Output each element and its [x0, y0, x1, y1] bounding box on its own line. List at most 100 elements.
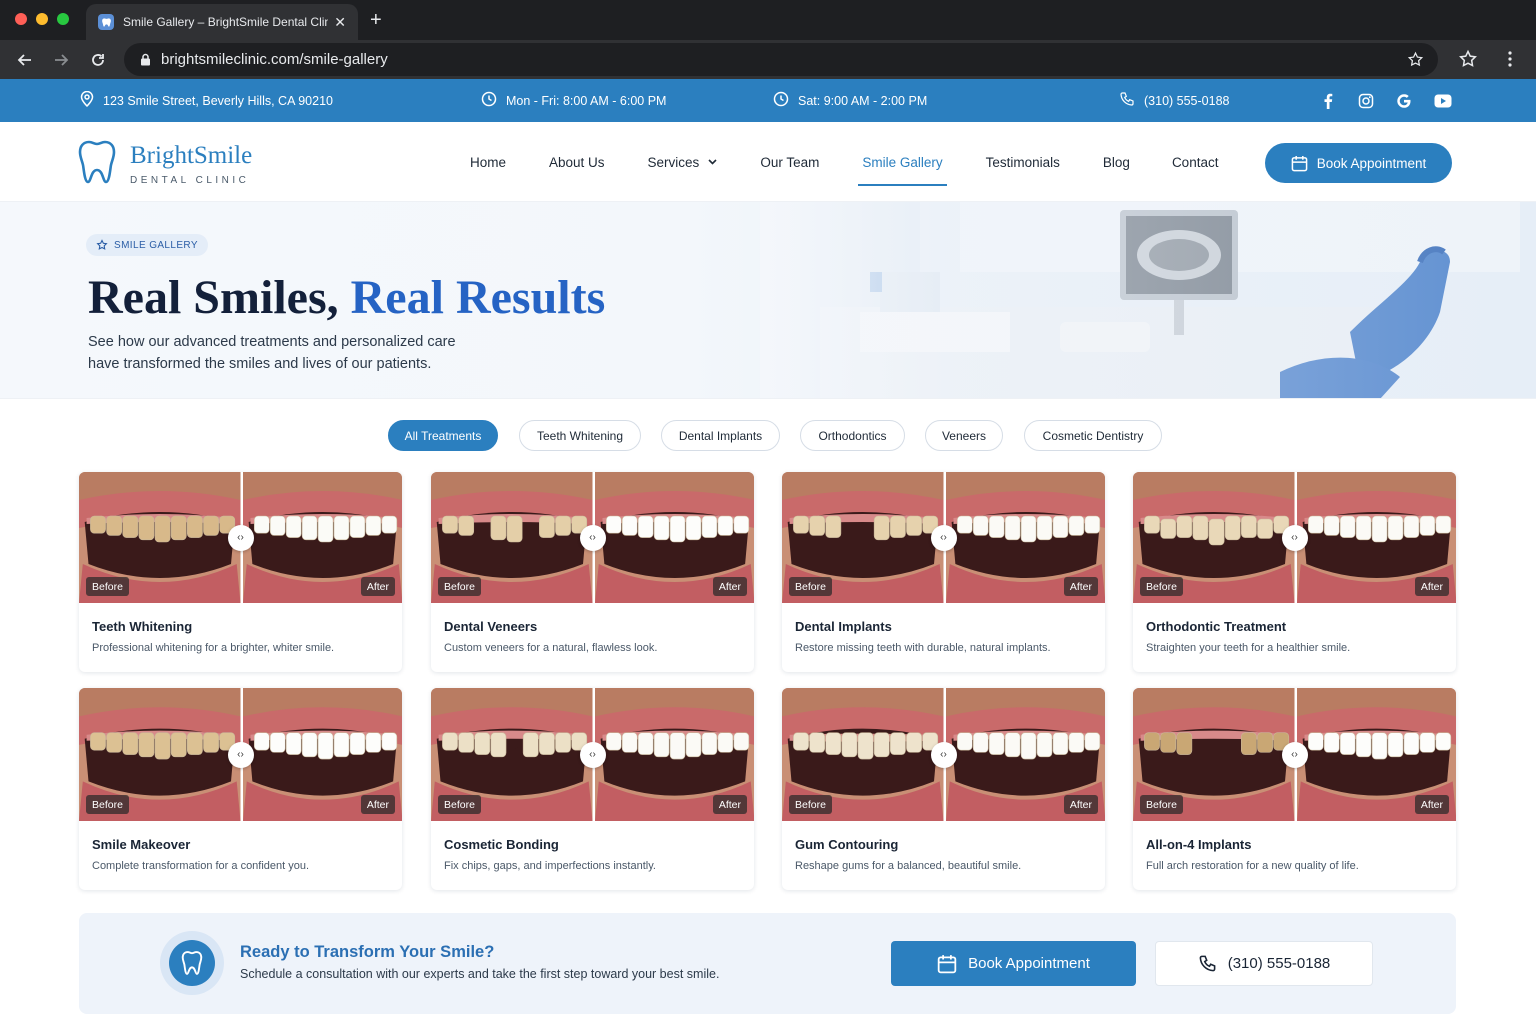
before-tag: Before: [438, 795, 481, 814]
gallery-card[interactable]: ‹› Before After Orthodontic Treatment Straig…: [1133, 472, 1456, 672]
phone-text: (310) 555-0188: [1144, 93, 1230, 108]
browser-toolbar: brightsmileclinic.com/smile-gallery: [0, 40, 1536, 79]
comparison-slider-handle[interactable]: ‹›: [1281, 741, 1308, 768]
maximize-window-button[interactable]: [57, 13, 69, 25]
youtube-icon[interactable]: [1434, 94, 1452, 108]
gallery-card[interactable]: ‹› Before After Smile Makeover Complete tran…: [79, 688, 402, 890]
after-tag: After: [1063, 795, 1098, 814]
star-icon: [96, 239, 108, 251]
treatment-filters: All Treatments Teeth Whitening Dental Im…: [0, 420, 1536, 451]
nav-about-us[interactable]: About Us: [549, 122, 605, 202]
back-icon[interactable]: [14, 49, 36, 71]
before-after-comparison[interactable]: ‹› Before After: [79, 472, 402, 603]
reload-icon[interactable]: [87, 49, 109, 71]
nav-contact[interactable]: Contact: [1172, 122, 1219, 202]
clinic-logo[interactable]: BrightSmile DENTAL CLINIC: [78, 140, 252, 189]
card-description: Professional whitening for a brighter, w…: [92, 642, 335, 654]
filter-teeth-whitening[interactable]: Teeth Whitening: [519, 420, 641, 451]
minimize-window-button[interactable]: [36, 13, 48, 25]
book-appointment-button[interactable]: Book Appointment: [1265, 143, 1452, 183]
clock-icon: [481, 91, 497, 110]
nav-services[interactable]: Services: [648, 122, 718, 202]
card-description: Straighten your teeth for a healthier sm…: [1146, 642, 1351, 654]
lock-icon: [140, 53, 151, 66]
main-navigation: BrightSmile DENTAL CLINIC Home About Us …: [0, 122, 1536, 202]
before-after-comparison[interactable]: ‹› Before After: [1133, 472, 1456, 603]
gallery-card[interactable]: ‹› Before After All-on-4 Implants Full arch …: [1133, 688, 1456, 890]
cta-phone-button[interactable]: (310) 555-0188: [1155, 941, 1373, 986]
before-after-comparison[interactable]: ‹› Before After: [79, 688, 402, 821]
brand-name: BrightSmile: [130, 142, 253, 169]
nav-our-team[interactable]: Our Team: [760, 122, 819, 202]
close-window-button[interactable]: [15, 13, 27, 25]
gallery-card[interactable]: ‹› Before After Teeth Whitening Professional…: [79, 472, 402, 672]
phone-icon: [1119, 91, 1135, 110]
forward-icon[interactable]: [50, 49, 72, 71]
comparison-slider-handle[interactable]: ‹›: [227, 741, 254, 768]
saturday-hours-info: Sat: 9:00 AM - 2:00 PM: [773, 79, 927, 122]
nav-home[interactable]: Home: [470, 122, 506, 202]
nav-services-label: Services: [647, 154, 700, 170]
before-after-comparison[interactable]: ‹› Before After: [431, 472, 754, 603]
nav-testimonials[interactable]: Testimonials: [986, 122, 1060, 202]
brand-subtitle: DENTAL CLINIC: [130, 175, 250, 186]
after-tag: After: [360, 795, 395, 814]
card-title: Teeth Whitening: [92, 619, 193, 634]
comparison-slider-handle[interactable]: ‹›: [227, 524, 254, 551]
browser-tab[interactable]: Smile Gallery – BrightSmile Dental Clini…: [86, 4, 358, 40]
facebook-icon[interactable]: [1320, 93, 1336, 109]
comparison-slider-handle[interactable]: ‹›: [579, 524, 606, 551]
menu-icon[interactable]: [1500, 49, 1520, 69]
phone-info[interactable]: (310) 555-0188: [1119, 79, 1229, 122]
card-description: Fix chips, gaps, and imperfections insta…: [444, 860, 656, 872]
filter-orthodontics[interactable]: Orthodontics: [800, 420, 905, 451]
book-appointment-label: Book Appointment: [1316, 155, 1427, 171]
badge-label: SMILE GALLERY: [114, 239, 198, 251]
cta-phone-label: (310) 555-0188: [1227, 955, 1331, 972]
card-description: Custom veneers for a natural, flawless l…: [444, 642, 658, 654]
gallery-card[interactable]: ‹› Before After Dental Implants Restore miss…: [782, 472, 1105, 672]
calendar-icon: [937, 954, 957, 974]
after-tag: After: [1063, 577, 1098, 596]
tooth-logo-icon: [78, 140, 116, 189]
extensions-icon[interactable]: [1458, 49, 1478, 69]
instagram-icon[interactable]: [1358, 93, 1374, 109]
card-description: Complete transformation for a confident …: [92, 860, 310, 872]
cta-book-appointment-button[interactable]: Book Appointment: [891, 941, 1136, 986]
hero-description-line-2: have transformed the smiles and lives of…: [88, 356, 432, 372]
comparison-slider-handle[interactable]: ‹›: [579, 741, 606, 768]
card-title: Smile Makeover: [92, 837, 191, 852]
comparison-slider-handle[interactable]: ‹›: [930, 741, 957, 768]
after-tag: After: [712, 795, 747, 814]
before-after-comparison[interactable]: ‹› Before After: [1133, 688, 1456, 821]
nav-smile-gallery[interactable]: Smile Gallery: [858, 122, 947, 202]
saturday-hours-text: Sat: 9:00 AM - 2:00 PM: [798, 93, 928, 108]
browser-tab-bar: Smile Gallery – BrightSmile Dental Clini…: [0, 0, 1536, 40]
page-title-accent: Real Results: [350, 271, 606, 324]
gallery-card[interactable]: ‹› Before After Gum Contouring Reshape gums …: [782, 688, 1105, 890]
google-icon[interactable]: [1396, 93, 1412, 109]
filter-all-treatments[interactable]: All Treatments: [388, 420, 498, 451]
filter-dental-implants[interactable]: Dental Implants: [661, 420, 780, 451]
nav-blog[interactable]: Blog: [1103, 122, 1130, 202]
comparison-slider-handle[interactable]: ‹›: [930, 524, 957, 551]
after-tag: After: [1414, 795, 1449, 814]
before-after-comparison[interactable]: ‹› Before After: [782, 688, 1105, 821]
bookmark-star-icon[interactable]: [1407, 51, 1424, 72]
close-tab-icon[interactable]: ✕: [334, 14, 346, 31]
filter-veneers[interactable]: Veneers: [925, 420, 1003, 451]
card-title: Dental Implants: [795, 619, 892, 634]
filter-cosmetic-dentistry[interactable]: Cosmetic Dentistry: [1024, 420, 1162, 451]
after-tag: After: [1414, 577, 1449, 596]
gallery-card[interactable]: ‹› Before After Cosmetic Bonding Fix chips, …: [431, 688, 754, 890]
before-after-comparison[interactable]: ‹› Before After: [431, 688, 754, 821]
hero-banner: SMILE GALLERY Real Smiles, Real Results …: [0, 202, 1536, 399]
dental-office-image: [760, 202, 1536, 398]
address-bar[interactable]: brightsmileclinic.com/smile-gallery: [124, 43, 1438, 76]
hero-description-line-1: See how our advanced treatments and pers…: [88, 334, 456, 350]
new-tab-icon[interactable]: +: [370, 9, 382, 32]
page-title: Real Smiles, Real Results: [88, 270, 605, 325]
gallery-card[interactable]: ‹› Before After Dental Veneers Custom veneer…: [431, 472, 754, 672]
before-after-comparison[interactable]: ‹› Before After: [782, 472, 1105, 603]
comparison-slider-handle[interactable]: ‹›: [1281, 524, 1308, 551]
